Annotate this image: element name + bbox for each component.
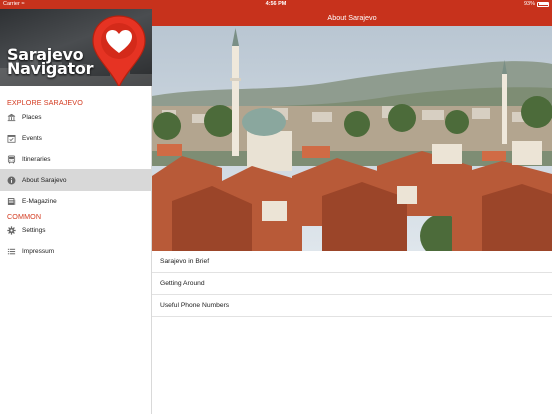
gear-icon bbox=[6, 225, 16, 235]
sidebar-item-label: E-Magazine bbox=[22, 197, 57, 205]
calendar-check-icon bbox=[6, 133, 16, 143]
sidebar-item-label: Impressum bbox=[22, 247, 55, 255]
heart-pin-icon bbox=[92, 15, 146, 86]
app-logo-banner: Sarajevo Navigator bbox=[0, 9, 152, 86]
sidebar-item-label: Events bbox=[22, 134, 42, 142]
list-item-sarajevo-in-brief[interactable]: Sarajevo in Brief bbox=[152, 251, 552, 273]
battery-indicator: 93% bbox=[524, 1, 549, 7]
status-time: 4:56 PM bbox=[265, 1, 287, 7]
logo-wordmark: Sarajevo Navigator bbox=[7, 47, 94, 78]
sidebar-item-label: About Sarajevo bbox=[22, 176, 67, 184]
sarajevo-city-photo bbox=[152, 26, 552, 251]
list-icon bbox=[6, 246, 16, 256]
sidebar-item-label: Itineraries bbox=[22, 155, 51, 163]
battery-percent: 93% bbox=[523, 1, 535, 7]
list-item-label: Useful Phone Numbers bbox=[160, 302, 230, 309]
sidebar-item-settings[interactable]: Settings bbox=[0, 219, 152, 241]
sidebar: Sarajevo Navigator EXPLORE SARAJEVO Plac… bbox=[0, 0, 152, 414]
status-bar: Carrier ≈ 4:56 PM 93% bbox=[0, 0, 552, 9]
list-item-label: Sarajevo in Brief bbox=[160, 258, 210, 265]
bank-icon bbox=[6, 112, 16, 122]
navigation-bar: About Sarajevo bbox=[152, 9, 552, 26]
sidebar-item-label: Places bbox=[22, 113, 42, 121]
sidebar-item-about-sarajevo[interactable]: About Sarajevo bbox=[0, 169, 152, 191]
sidebar-item-impressum[interactable]: Impressum bbox=[0, 240, 152, 262]
logo-line-2: Navigator bbox=[7, 59, 94, 78]
sidebar-item-places[interactable]: Places bbox=[0, 106, 152, 128]
sidebar-item-e-magazine[interactable]: E-Magazine bbox=[0, 190, 152, 212]
newspaper-icon bbox=[6, 196, 16, 206]
sidebar-item-label: Settings bbox=[22, 226, 46, 234]
sidebar-item-events[interactable]: Events bbox=[0, 127, 152, 149]
bus-icon bbox=[6, 154, 16, 164]
list-item-label: Getting Around bbox=[160, 280, 205, 287]
battery-icon bbox=[537, 1, 549, 7]
sidebar-item-itineraries[interactable]: Itineraries bbox=[0, 148, 152, 170]
list-item-getting-around[interactable]: Getting Around bbox=[152, 273, 552, 295]
about-sarajevo-list: Sarajevo in Brief Getting Around Useful … bbox=[152, 251, 552, 317]
list-item-useful-phone-numbers[interactable]: Useful Phone Numbers bbox=[152, 295, 552, 317]
page-title: About Sarajevo bbox=[327, 13, 377, 22]
info-icon bbox=[6, 175, 16, 185]
